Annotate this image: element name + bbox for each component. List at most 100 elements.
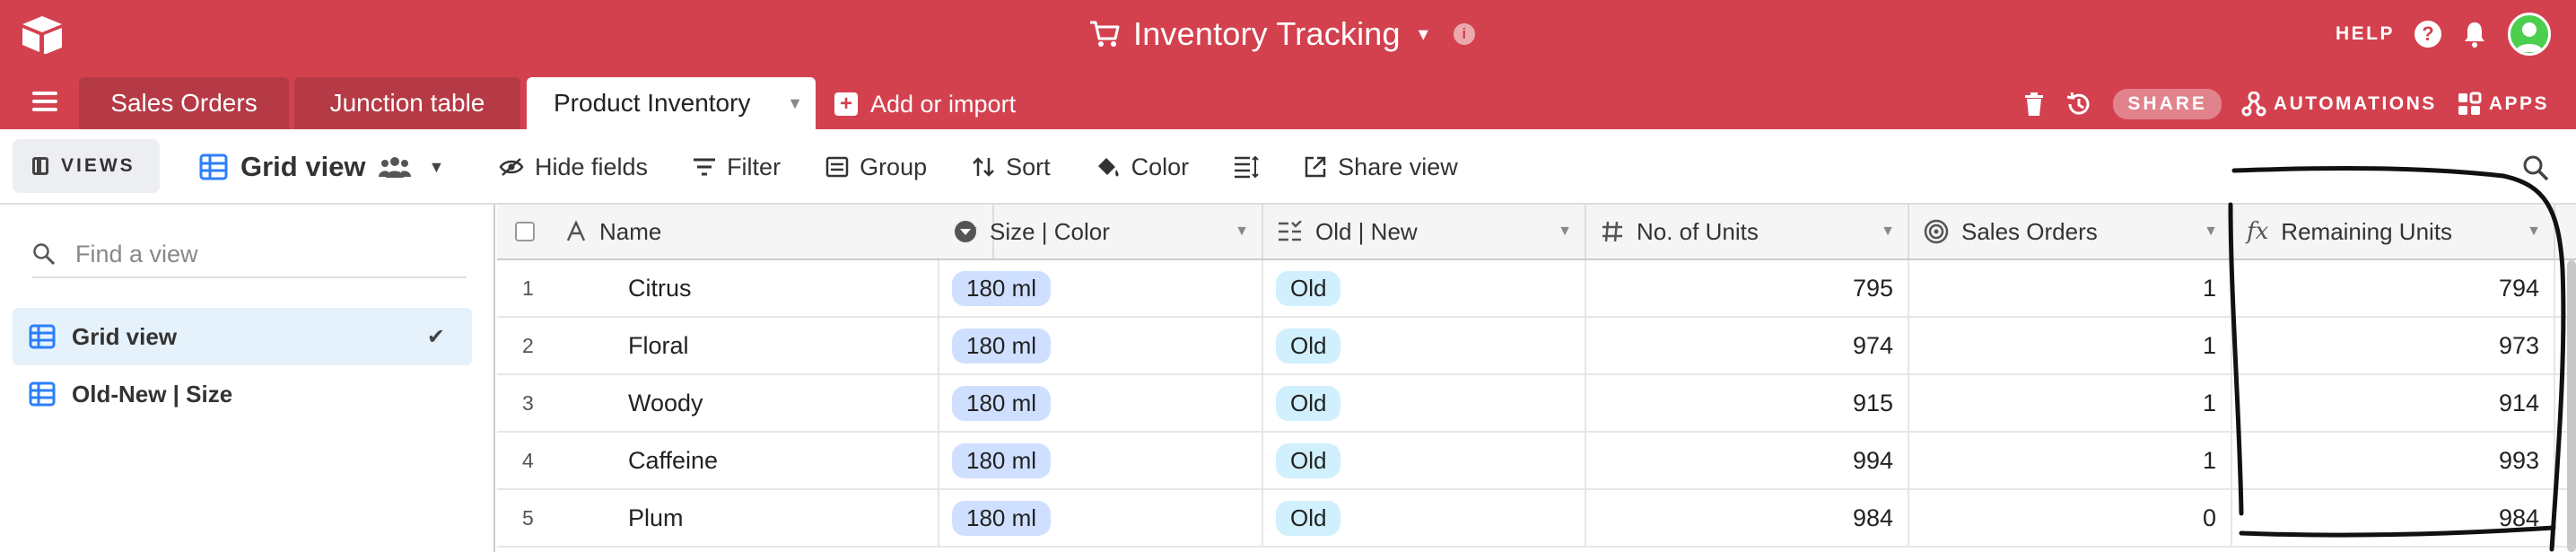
column-header-size-color[interactable]: Size | Color ▼ (939, 205, 1263, 258)
column-header-old-new[interactable]: Old | New ▼ (1263, 205, 1586, 258)
trash-icon[interactable] (2023, 92, 2045, 117)
cell-old-new[interactable]: Old (1263, 318, 1586, 373)
cell-name[interactable]: Plum (497, 490, 939, 546)
select-all-checkbox[interactable] (515, 222, 535, 241)
apps-button[interactable]: APPS (2457, 92, 2549, 117)
cell-remaining-units[interactable]: 993 (2232, 433, 2555, 488)
cell-size-color[interactable]: 180 ml (939, 318, 1263, 373)
cell-remaining-units[interactable]: 984 (2232, 490, 2555, 546)
tab-product-inventory[interactable]: Product Inventory ▼ (527, 77, 816, 129)
avatar[interactable] (2508, 13, 2551, 56)
column-header-no-of-units[interactable]: No. of Units ▼ (1586, 205, 1909, 258)
chevron-down-icon[interactable]: ▼ (787, 94, 803, 113)
sort-button[interactable]: Sort (972, 153, 1051, 181)
column-header-sales-orders[interactable]: Sales Orders ▼ (1909, 205, 2232, 258)
table-row[interactable]: 5 Plum 180 ml Old 984 0 984 (497, 490, 2576, 548)
column-header-remaining-units[interactable]: fx Remaining Units ▼ (2232, 205, 2555, 258)
menu-icon[interactable] (32, 92, 57, 111)
add-or-import-button[interactable]: + Add or import (834, 79, 1016, 129)
cell-sales-orders[interactable]: 1 (1909, 375, 2232, 431)
hide-fields-label: Hide fields (535, 153, 649, 180)
automations-icon (2241, 92, 2266, 117)
airtable-logo-icon[interactable] (20, 14, 65, 54)
group-button[interactable]: Group (825, 153, 927, 181)
cell-size-color[interactable]: 180 ml (939, 433, 1263, 488)
chevron-down-icon[interactable]: ▼ (2527, 223, 2541, 240)
grid-scrollbar[interactable] (2567, 260, 2576, 552)
base-title[interactable]: Inventory Tracking ▾ i (1088, 13, 1475, 56)
help-link[interactable]: HELP (2336, 23, 2395, 45)
cell-sales-orders[interactable]: 1 (1909, 318, 2232, 373)
hide-fields-button[interactable]: Hide fields (499, 153, 648, 181)
chevron-down-icon[interactable]: ▾ (1419, 22, 1428, 46)
cell-no-of-units[interactable]: 915 (1586, 375, 1909, 431)
cell-name[interactable]: Citrus (497, 260, 939, 316)
add-or-import-label: Add or import (870, 90, 1017, 118)
automations-button[interactable]: AUTOMATIONS (2241, 92, 2437, 117)
select-tag: Old (1276, 270, 1341, 306)
current-view-name: Grid view (240, 151, 366, 182)
find-view-placeholder: Find a view (75, 240, 198, 267)
chevron-down-icon[interactable]: ▼ (429, 158, 445, 177)
color-button[interactable]: Color (1096, 153, 1189, 181)
column-label: Old | New (1315, 217, 1418, 245)
table-row[interactable]: 4 Caffeine 180 ml Old 994 1 993 (497, 433, 2576, 490)
cell-old-new[interactable]: Old (1263, 260, 1586, 316)
find-view-search[interactable]: Find a view (32, 237, 467, 278)
table-row[interactable]: 2 Floral 180 ml Old 974 1 973 (497, 318, 2576, 375)
cell-sales-orders[interactable]: 1 (1909, 433, 2232, 488)
multi-select-icon (1279, 221, 1302, 241)
search-icon[interactable] (2522, 154, 2549, 181)
cell-name[interactable]: Floral (497, 318, 939, 373)
hide-fields-icon (499, 158, 524, 176)
cell-remaining-units[interactable]: 794 (2232, 260, 2555, 316)
chevron-down-icon[interactable]: ▼ (2204, 223, 2218, 240)
sidebar-item-old-new-size[interactable]: Old-New | Size (13, 365, 472, 423)
help-icon[interactable]: ? (2414, 21, 2441, 48)
cell-remaining-units[interactable]: 914 (2232, 375, 2555, 431)
current-view-switcher[interactable]: Grid view ▼ (199, 145, 444, 188)
table-row[interactable]: 3 Woody 180 ml Old 915 1 914 (497, 375, 2576, 433)
sidebar-toggle-icon (32, 157, 48, 175)
cell-name[interactable]: Caffeine (497, 433, 939, 488)
filter-button[interactable]: Filter (693, 153, 781, 181)
paint-bucket-icon (1097, 158, 1119, 177)
views-toggle-button[interactable]: VIEWS (13, 139, 160, 193)
chevron-down-icon[interactable]: ▼ (1558, 223, 1572, 240)
cell-old-new[interactable]: Old (1263, 375, 1586, 431)
history-icon[interactable] (2065, 90, 2093, 118)
chevron-down-icon[interactable]: ▼ (1235, 223, 1249, 240)
column-header-name[interactable]: Name ▼ (553, 205, 994, 258)
cell-no-of-units[interactable]: 984 (1586, 490, 1909, 546)
cell-old-new[interactable]: Old (1263, 490, 1586, 546)
tab-label: Product Inventory (554, 89, 751, 117)
table-row[interactable]: 1 Citrus 180 ml Old 795 1 794 (497, 260, 2576, 318)
column-label: Remaining Units (2281, 217, 2453, 245)
chevron-down-icon[interactable]: ▼ (1881, 223, 1895, 240)
view-toolbar: VIEWS Grid view ▼ Hide fields Filter Gro… (0, 129, 2576, 205)
row-height-icon (1235, 155, 1259, 179)
sidebar-item-grid-view[interactable]: Grid view ✔ (13, 308, 472, 365)
cell-size-color[interactable]: 180 ml (939, 490, 1263, 546)
info-icon[interactable]: i (1453, 23, 1475, 45)
cell-size-color[interactable]: 180 ml (939, 260, 1263, 316)
share-view-button[interactable]: Share view (1304, 153, 1458, 181)
cell-old-new[interactable]: Old (1263, 433, 1586, 488)
cell-remaining-units[interactable]: 973 (2232, 318, 2555, 373)
cell-size-color[interactable]: 180 ml (939, 375, 1263, 431)
tab-sales-orders[interactable]: Sales Orders (79, 77, 289, 129)
cell-no-of-units[interactable]: 994 (1586, 433, 1909, 488)
bell-icon[interactable] (2461, 20, 2488, 48)
cell-sales-orders[interactable]: 1 (1909, 260, 2232, 316)
cell-sales-orders[interactable]: 0 (1909, 490, 2232, 546)
data-grid: Name ▼ Size | Color ▼ Old | New ▼ No. (497, 205, 2576, 552)
sidebar-item-label: Old-New | Size (72, 380, 233, 407)
share-button[interactable]: SHARE (2113, 89, 2222, 119)
tab-junction-table[interactable]: Junction table (294, 77, 520, 129)
cell-no-of-units[interactable]: 974 (1586, 318, 1909, 373)
cell-name[interactable]: Woody (497, 375, 939, 431)
grid-header-row: Name ▼ Size | Color ▼ Old | New ▼ No. (497, 205, 2576, 260)
row-height-button[interactable] (1234, 155, 1259, 179)
select-all-header (497, 205, 553, 258)
cell-no-of-units[interactable]: 795 (1586, 260, 1909, 316)
